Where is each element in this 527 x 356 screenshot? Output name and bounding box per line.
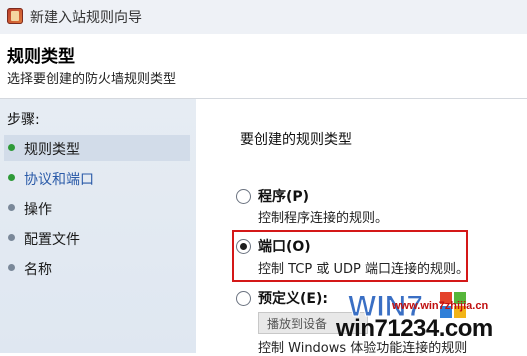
firewall-wizard-icon [7,8,23,24]
step-rule-type[interactable]: 规则类型 [4,135,190,161]
step-action: 操作 [4,195,190,221]
title-bar: 新建入站规则向导 [0,0,527,34]
predefined-option-label[interactable]: 预定义(E): [258,288,328,308]
step-label: 操作 [24,202,52,218]
page-title: 规则类型 [7,47,75,67]
program-option-description: 控制程序连接的规则。 [258,211,389,226]
page-subtitle: 选择要创建的防火墙规则类型 [7,72,177,87]
watermark-text: win71234.com [336,315,493,342]
steps-pane: 步骤: 规则类型 协议和端口 操作 配置文件 名称 [0,99,196,353]
step-profile: 配置文件 [4,225,190,251]
step-label: 协议和端口 [24,172,94,188]
steps-heading: 步骤: [7,112,40,128]
predefined-radio[interactable] [236,291,251,306]
step-label: 名称 [24,262,52,278]
step-protocol-and-ports[interactable]: 协议和端口 [4,165,190,191]
port-option-label[interactable]: 端口(O) [258,236,311,256]
step-bullet-icon [8,204,15,211]
port-radio[interactable] [236,239,251,254]
step-bullet-icon [8,234,15,241]
dropdown-selected-value: 播放到设备 [267,317,328,331]
step-label: 配置文件 [24,232,80,248]
program-radio[interactable] [236,189,251,204]
step-name: 名称 [4,255,190,281]
current-step-bullet-icon [8,144,15,151]
rule-type-question: 要创建的规则类型 [240,132,352,148]
program-option-label[interactable]: 程序(P) [258,186,309,206]
wizard-header: 规则类型 选择要创建的防火墙规则类型 [0,34,527,99]
step-bullet-icon [8,174,15,181]
port-option-description: 控制 TCP 或 UDP 端口连接的规则。 [258,262,469,277]
watermark-site: www.win7zhijia.cn [392,300,489,312]
step-label: 规则类型 [24,142,80,158]
window-title: 新建入站规则向导 [30,10,142,26]
step-bullet-icon [8,264,15,271]
